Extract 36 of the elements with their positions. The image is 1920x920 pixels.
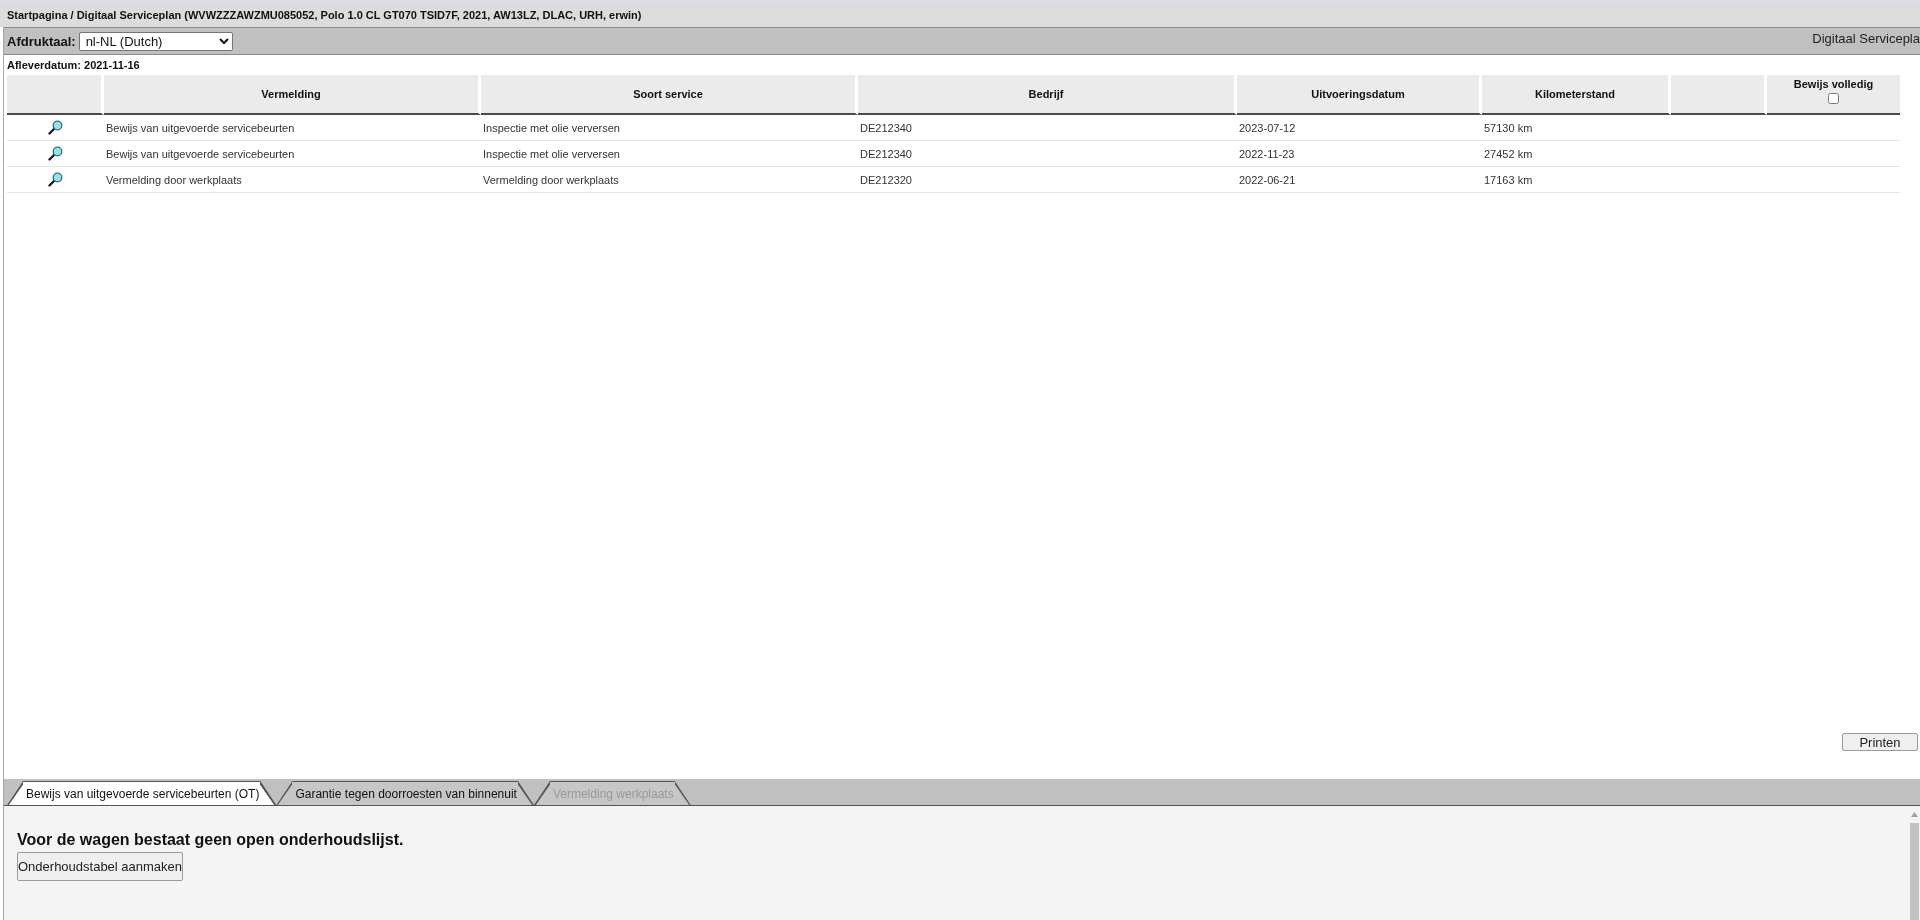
table-cell: DE212320 (858, 167, 1237, 193)
scroll-up-icon[interactable] (1911, 812, 1918, 817)
checkbox[interactable] (1828, 93, 1839, 104)
table-cell: 2023-07-12 (1237, 115, 1482, 141)
table-cell: 2022-06-21 (1237, 167, 1482, 193)
table-cell: Inspectie met olie verversen (481, 115, 858, 141)
message-text: Voor de wagen bestaat geen open onderhoudslijst. (17, 831, 404, 849)
column-header: Kilometerstand (1482, 75, 1671, 115)
table-cell: Bewijs van uitgevoerde servicebeurten (104, 141, 481, 167)
magnifier-icon[interactable] (48, 172, 63, 187)
table-cell: 57130 km (1482, 115, 1671, 141)
column-header: Uitvoeringsdatum (1237, 75, 1482, 115)
create-table-button[interactable]: Onderhoudstabel aanmaken (17, 852, 184, 881)
column-header: Bedrijf (858, 75, 1237, 115)
tab[interactable]: Bewijs van uitgevoerde servicebeurten (OT) (7, 781, 277, 805)
column-header: Vermelding (104, 75, 481, 115)
table-cell: Vermelding door werkplaats (481, 167, 858, 193)
column-label: Bewijs volledig (1793, 78, 1874, 91)
language-label: Afdruktaal: (7, 33, 76, 49)
breadcrumb-text: Startpagina / Digitaal Serviceplan (WVWZZZAWZMU085052, Polo 1.0 CL GT070 TSID7F, 2021, AW13LZ, DLAC, URH, erwin) (7, 9, 642, 21)
table-cell: DE212340 (858, 115, 1237, 141)
table-cell: Bewijs van uitgevoerde servicebeurten (104, 115, 481, 141)
column-header: Soort service (481, 75, 858, 115)
page-title: Digitaal Servicepla (1812, 30, 1920, 46)
language-select[interactable]: nl-NL (Dutch) (78, 31, 233, 51)
table-cell: Inspectie met olie verversen (481, 141, 858, 167)
print-button[interactable]: Printen (1842, 733, 1918, 751)
table-cell: 27452 km (1482, 141, 1671, 167)
table-cell: Vermelding door werkplaats (104, 167, 481, 193)
table-cell: 2022-11-23 (1237, 141, 1482, 167)
table-cell: DE212340 (858, 141, 1237, 167)
magnifier-icon[interactable] (48, 120, 63, 135)
delivery-date: Afleverdatum: 2021-11-16 (7, 58, 140, 73)
tab[interactable]: Garantie tegen doorroesten van binnenuit (276, 781, 534, 805)
table-cell: 17163 km (1482, 167, 1671, 193)
magnifier-icon[interactable] (48, 146, 63, 161)
